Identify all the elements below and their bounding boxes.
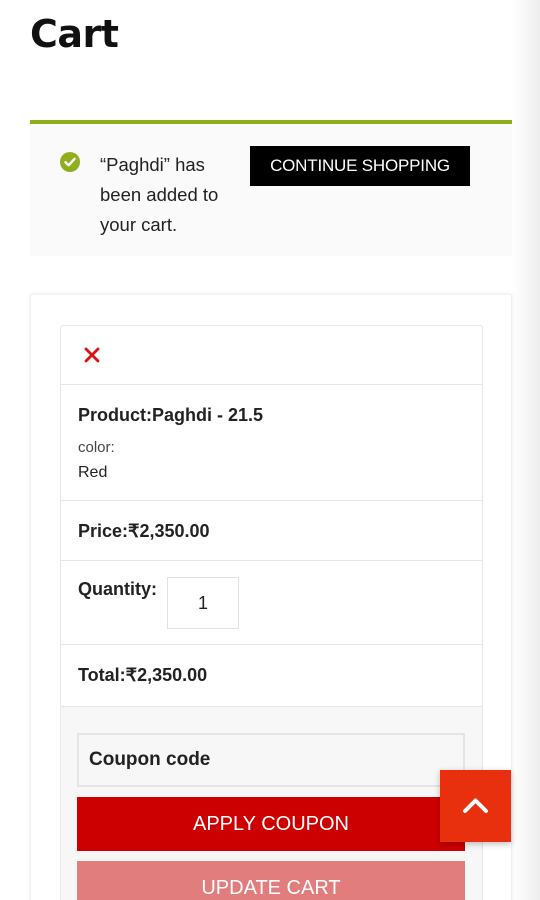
product-name[interactable]: Product:Paghdi - 21.5 bbox=[78, 405, 263, 426]
close-icon[interactable] bbox=[83, 346, 101, 364]
quantity-row: Quantity: bbox=[61, 561, 482, 645]
price-row: Price:₹2,350.00 bbox=[61, 501, 482, 561]
check-circle-icon bbox=[60, 152, 80, 172]
total-value: Total:₹2,350.00 bbox=[78, 665, 208, 685]
coupon-section: APPLY COUPON UPDATE CART bbox=[61, 707, 482, 900]
variation-value: Red bbox=[78, 464, 108, 481]
price-value: Price:₹2,350.00 bbox=[78, 521, 210, 541]
cart-item: Product:Paghdi - 21.5 color: Red Price:₹… bbox=[60, 325, 483, 900]
page-title: Cart bbox=[30, 12, 119, 56]
notice-message: “Paghdi” has been added to your cart. bbox=[100, 154, 219, 235]
cart-notice: “Paghdi” has been added to your cart. CO… bbox=[30, 120, 512, 256]
total-row: Total:₹2,350.00 bbox=[61, 645, 482, 707]
scroll-to-top-button[interactable] bbox=[440, 770, 511, 842]
remove-row bbox=[61, 326, 482, 385]
continue-shopping-button[interactable]: CONTINUE SHOPPING bbox=[250, 146, 470, 186]
quantity-label: Quantity: bbox=[78, 579, 157, 599]
product-row: Product:Paghdi - 21.5 color: Red bbox=[61, 385, 482, 501]
update-cart-button[interactable]: UPDATE CART bbox=[77, 861, 465, 900]
page-edge-shade bbox=[512, 0, 540, 900]
apply-coupon-button[interactable]: APPLY COUPON bbox=[77, 797, 465, 851]
variation-key: color: bbox=[78, 439, 115, 456]
quantity-input[interactable] bbox=[167, 577, 239, 629]
coupon-code-input[interactable] bbox=[77, 733, 465, 787]
